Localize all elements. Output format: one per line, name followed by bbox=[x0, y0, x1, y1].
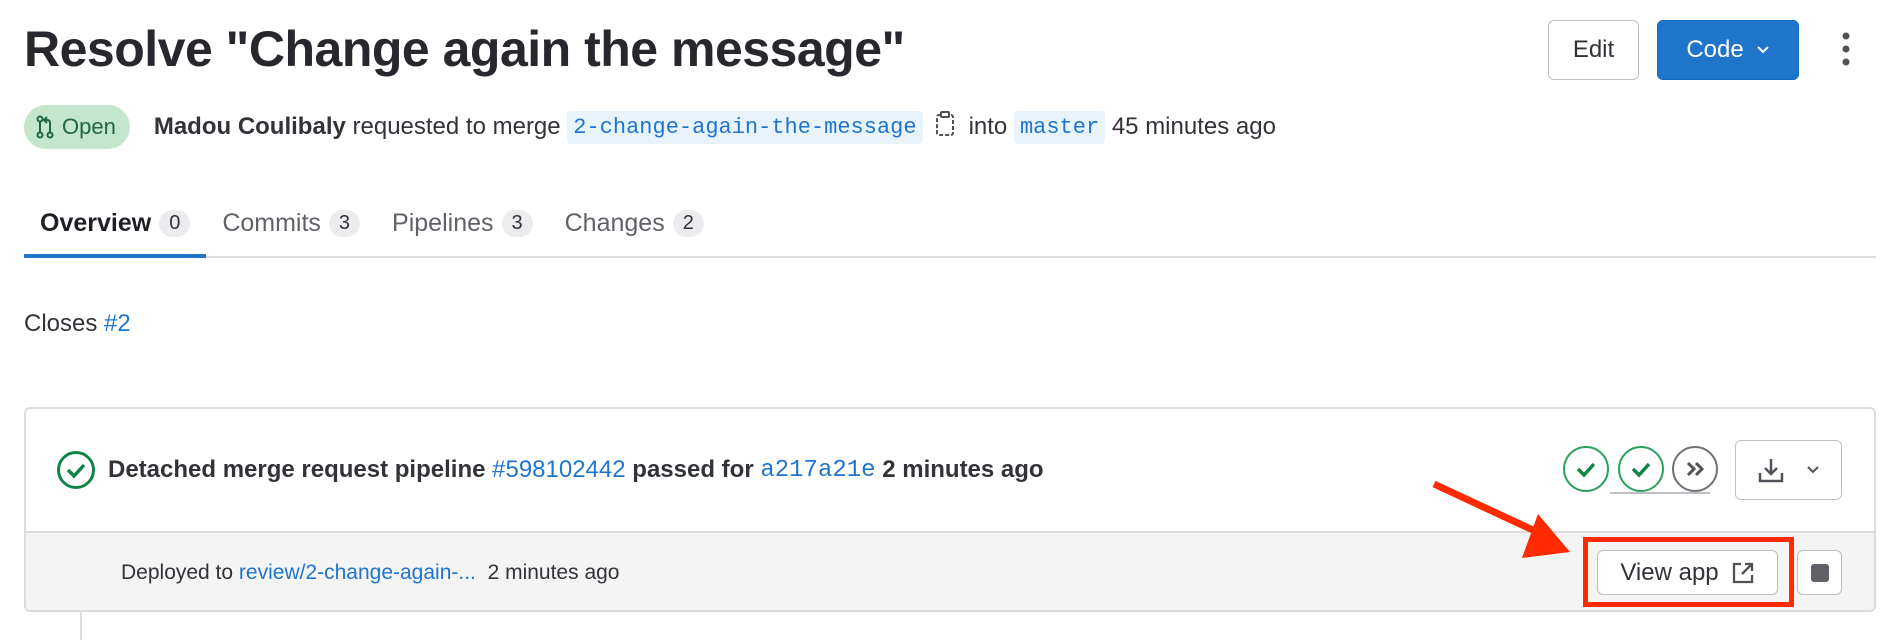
more-actions-icon[interactable] bbox=[1836, 30, 1856, 70]
chevron-down-icon bbox=[1806, 466, 1819, 474]
pipeline-link[interactable]: #598102442 bbox=[492, 456, 625, 484]
page-title: Resolve "Change again the message" bbox=[24, 21, 905, 77]
tab-overview[interactable]: Overview 0 bbox=[24, 190, 207, 258]
tab-count: 3 bbox=[501, 209, 533, 237]
tab-count: 3 bbox=[328, 209, 361, 237]
action-text: requested to merge bbox=[352, 113, 561, 140]
author-name[interactable]: Madou Coulibaly bbox=[154, 113, 346, 141]
status-success-icon bbox=[57, 451, 95, 489]
copy-branch-icon[interactable] bbox=[935, 110, 957, 145]
tab-pipelines[interactable]: Pipelines 3 bbox=[376, 190, 549, 256]
closes-text: Closes bbox=[24, 310, 98, 337]
timeline-line bbox=[80, 612, 82, 640]
tab-label: Overview bbox=[40, 208, 152, 237]
status-badge: Open bbox=[24, 105, 130, 149]
tab-label: Changes bbox=[564, 208, 665, 237]
created-time: 45 minutes ago bbox=[1111, 113, 1276, 140]
commit-link[interactable]: a217a21e bbox=[760, 457, 875, 484]
stop-environment-button[interactable] bbox=[1797, 550, 1842, 595]
mr-meta: Open Madou Coulibaly requested to merge … bbox=[24, 105, 1276, 149]
source-branch[interactable]: 2-change-again-the-message bbox=[567, 110, 923, 144]
into-text: into bbox=[968, 113, 1008, 140]
pipeline-text: Detached merge request pipeline bbox=[108, 456, 486, 483]
description: Closes #2 bbox=[24, 310, 131, 338]
download-artifacts-button[interactable] bbox=[1735, 440, 1842, 500]
tab-changes[interactable]: Changes 2 bbox=[549, 190, 720, 256]
merge-request-icon bbox=[36, 115, 54, 139]
tab-count: 2 bbox=[672, 209, 704, 237]
stop-icon bbox=[1810, 563, 1829, 582]
stage-connector bbox=[1610, 492, 1710, 494]
deployment-time: 2 minutes ago bbox=[487, 560, 620, 584]
download-icon bbox=[1758, 459, 1783, 483]
tab-commits[interactable]: Commits 3 bbox=[206, 190, 376, 256]
pipeline-time: 2 minutes ago bbox=[882, 456, 1044, 483]
stage-skipped-icon[interactable] bbox=[1672, 446, 1718, 492]
status-label: Open bbox=[62, 114, 116, 139]
code-button[interactable]: Code bbox=[1657, 20, 1799, 80]
code-label: Code bbox=[1686, 36, 1744, 63]
chevron-down-icon bbox=[1756, 46, 1769, 54]
deployed-to-text: Deployed to bbox=[121, 560, 234, 584]
issue-link[interactable]: #2 bbox=[104, 310, 131, 337]
environment-link[interactable]: review/2-change-again-... bbox=[239, 561, 476, 585]
annotation-arrow-icon bbox=[1432, 480, 1570, 558]
tabs: Overview 0 Commits 3 Pipelines 3 Changes 2 bbox=[24, 190, 1876, 258]
tab-count: 0 bbox=[159, 209, 191, 237]
edit-button[interactable]: Edit bbox=[1548, 20, 1639, 80]
tab-label: Commits bbox=[222, 208, 321, 237]
target-branch[interactable]: master bbox=[1013, 110, 1106, 144]
tab-label: Pipelines bbox=[392, 208, 494, 237]
stage-passed-icon[interactable] bbox=[1618, 446, 1664, 492]
annotation-highlight-box bbox=[1583, 537, 1794, 607]
pipeline-text-2: passed for bbox=[632, 456, 754, 483]
